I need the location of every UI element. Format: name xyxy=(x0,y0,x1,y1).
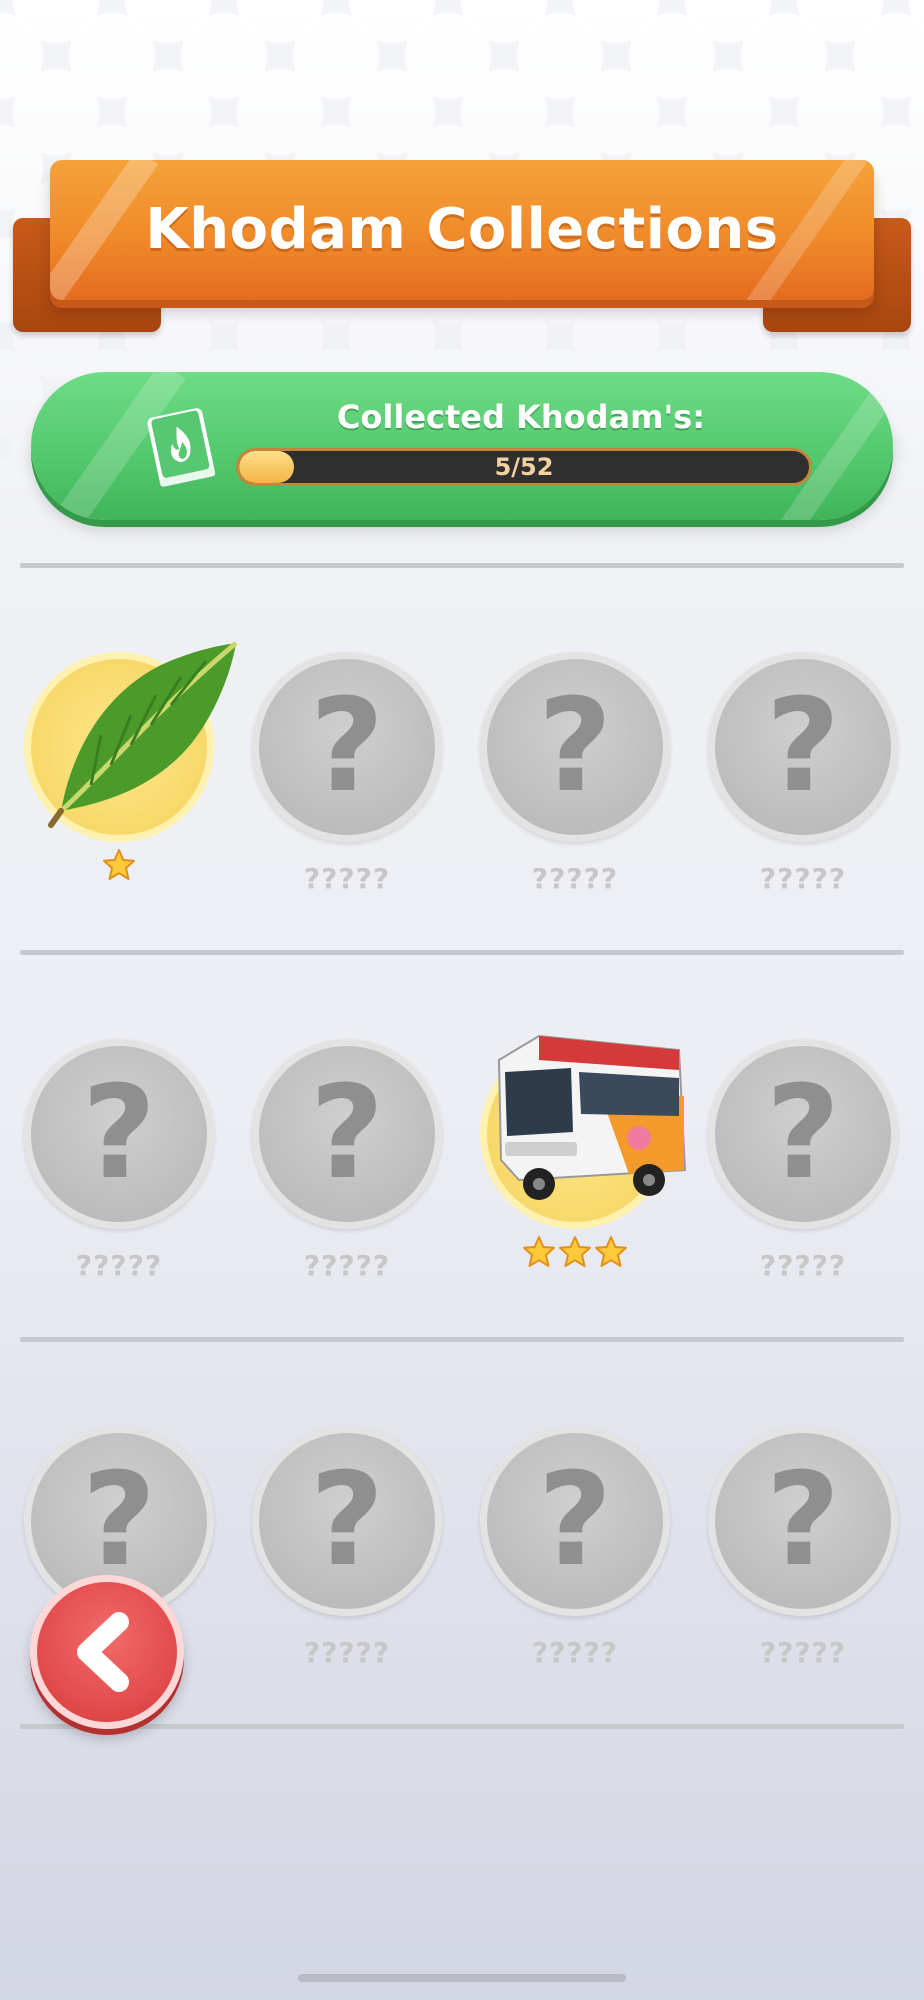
chevron-left-icon xyxy=(77,1612,129,1692)
locked-slot: ? xyxy=(252,652,442,842)
locked-slot: ? xyxy=(480,652,670,842)
khodam-item[interactable] xyxy=(19,641,238,912)
home-indicator xyxy=(298,1974,626,1982)
page-title: Khodam Collections xyxy=(145,197,779,262)
question-mark-icon: ? xyxy=(765,672,841,821)
khodam-item[interactable]: ?????? xyxy=(475,1426,675,1686)
collection-progress-panel: Collected Khodam's: 5/52 xyxy=(31,372,893,520)
locked-slot: ? xyxy=(480,1426,670,1616)
locked-slot: ? xyxy=(708,652,898,842)
star-icon xyxy=(559,1236,591,1267)
khodam-name: ????? xyxy=(303,1636,391,1669)
question-mark-icon: ? xyxy=(309,1059,385,1208)
khodam-name: ????? xyxy=(531,1636,619,1669)
question-mark-icon: ? xyxy=(765,1059,841,1208)
question-mark-icon: ? xyxy=(765,1446,841,1595)
locked-slot: ? xyxy=(24,1039,214,1229)
question-mark-icon: ? xyxy=(537,1446,613,1595)
row-divider xyxy=(20,950,904,955)
title-banner: Khodam Collections xyxy=(50,160,874,300)
locked-slot: ? xyxy=(252,1039,442,1229)
progress-count: 5/52 xyxy=(494,453,554,481)
star-rating xyxy=(475,1235,675,1275)
question-mark-icon: ? xyxy=(309,1446,385,1595)
khodam-item[interactable]: ?????? xyxy=(247,1426,447,1686)
row-divider xyxy=(20,1337,904,1342)
star-icon xyxy=(595,1236,627,1267)
fire-book-icon xyxy=(139,402,225,492)
khodam-item[interactable]: ?????? xyxy=(247,652,447,912)
khodam-item[interactable]: ?????? xyxy=(247,1039,447,1299)
back-button[interactable] xyxy=(30,1575,184,1729)
question-mark-icon: ? xyxy=(309,672,385,821)
khodam-item[interactable]: ?????? xyxy=(703,652,903,912)
khodam-name: ????? xyxy=(759,862,847,895)
khodam-name: ????? xyxy=(303,1249,391,1282)
khodam-item[interactable]: ?????? xyxy=(703,1039,903,1299)
collected-label: Collected Khodam's: xyxy=(336,398,706,436)
khodam-item[interactable] xyxy=(475,1034,687,1299)
khodam-item[interactable]: ?????? xyxy=(19,1039,219,1299)
star-icon xyxy=(523,1236,555,1267)
khodam-name: ????? xyxy=(759,1249,847,1282)
khodam-name: ????? xyxy=(303,862,391,895)
khodam-item[interactable]: ?????? xyxy=(703,1426,903,1686)
locked-slot: ? xyxy=(708,1039,898,1229)
star-rating xyxy=(19,848,219,888)
locked-slot: ? xyxy=(252,1426,442,1616)
row-divider xyxy=(20,1724,904,1729)
khodam-name: ????? xyxy=(759,1636,847,1669)
khodam-name: ????? xyxy=(75,1249,163,1282)
khodam-name: ????? xyxy=(531,862,619,895)
row-divider xyxy=(20,563,904,568)
khodam-portrait xyxy=(24,641,238,842)
star-icon xyxy=(103,849,135,880)
question-mark-icon: ? xyxy=(537,672,613,821)
collection-progress-bar: 5/52 xyxy=(236,448,812,486)
locked-slot: ? xyxy=(708,1426,898,1616)
khodam-item[interactable]: ?????? xyxy=(475,652,675,912)
question-mark-icon: ? xyxy=(81,1059,157,1208)
khodam-portrait xyxy=(480,1034,687,1229)
